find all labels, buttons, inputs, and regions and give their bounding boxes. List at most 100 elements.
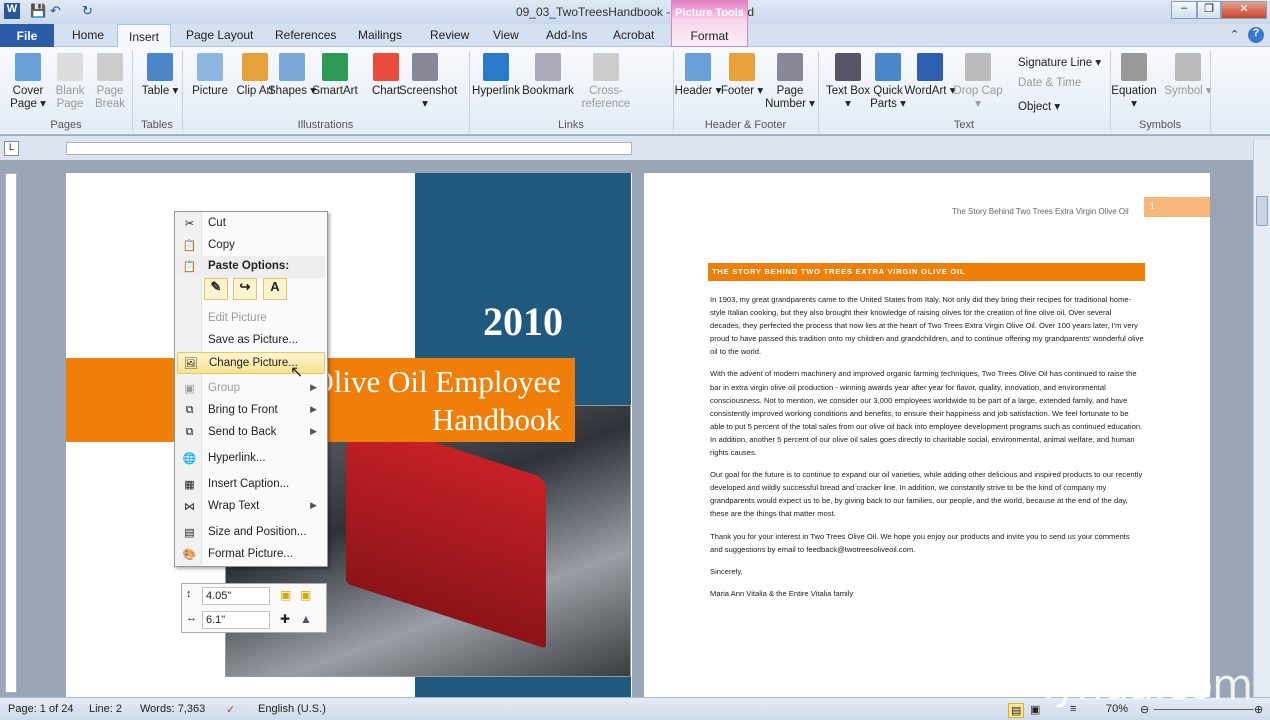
menu-item-save-as-picture[interactable]: Save as Picture...: [177, 330, 325, 352]
picture-styles-icon[interactable]: ▲: [300, 612, 312, 626]
window-title: 09_03_TwoTreesHandbook - Microsoft Word: [515, 5, 755, 19]
bring-forward-icon[interactable]: ▣: [280, 588, 291, 602]
menu-item-send-to-back[interactable]: ⧉ Send to Back ▶: [177, 422, 325, 444]
tab-home[interactable]: Home: [72, 28, 104, 42]
globe-link-icon: 🌐: [182, 453, 197, 465]
ribbon-button-label: Page Number ▾: [765, 85, 815, 110]
ribbon-small-button[interactable]: Signature Line ▾: [1018, 55, 1101, 69]
ribbon-button-footer[interactable]: Footer ▾: [716, 53, 768, 98]
undo-icon[interactable]: ↶: [50, 3, 61, 19]
language[interactable]: English (U.S.): [258, 703, 326, 715]
page-count[interactable]: Page: 1 of 24: [8, 703, 73, 715]
tab-selector[interactable]: L: [4, 141, 19, 156]
ribbon-group-label: Text: [953, 119, 975, 131]
menu-item-edit-picture[interactable]: Edit Picture: [177, 308, 325, 330]
change-picture-icon: 🖼: [183, 358, 198, 370]
vertical-scrollbar[interactable]: [1253, 140, 1270, 697]
body-text: In 1903, my great grandparents came to t…: [710, 293, 1144, 609]
ribbon-icon: [279, 53, 305, 81]
line-number[interactable]: Line: 2: [89, 703, 122, 715]
zoom-slider[interactable]: [1154, 709, 1254, 710]
tab-format[interactable]: Format: [672, 29, 747, 43]
menu-item-cut[interactable]: ✂ Cut: [177, 213, 325, 235]
document-page-1[interactable]: The Story Behind Two Trees Extra Virgin …: [644, 173, 1210, 697]
help-icon[interactable]: ?: [1248, 27, 1264, 43]
word-count[interactable]: Words: 7,363: [140, 703, 205, 715]
restore-button[interactable]: ❐: [1197, 1, 1221, 19]
ribbon-button-hyperlink[interactable]: Hyperlink: [470, 53, 522, 98]
minimize-button[interactable]: –: [1171, 1, 1197, 19]
full-screen-view-icon[interactable]: ▣: [1030, 703, 1040, 716]
scroll-thumb[interactable]: [1256, 196, 1268, 226]
width-icon: ↔: [186, 612, 197, 624]
tab-file[interactable]: File: [0, 24, 54, 47]
ribbon-button-bookmark[interactable]: Bookmark: [522, 53, 574, 98]
ribbon-icon: [535, 53, 561, 81]
menu-item-format-picture[interactable]: 🎨 Format Picture...: [177, 544, 325, 566]
ribbon-button-equation[interactable]: Equation ▾: [1108, 53, 1160, 111]
menu-item-insert-caption[interactable]: ▦ Insert Caption...: [177, 474, 325, 496]
menu-item-bring-to-front[interactable]: ⧉ Bring to Front ▶: [177, 400, 325, 422]
ribbon-icon: [835, 53, 861, 81]
shape-height-field[interactable]: 4.05": [202, 587, 270, 605]
menu-item-wrap-text[interactable]: ⋈ Wrap Text ▶: [177, 496, 325, 518]
paste-text-only-button[interactable]: A: [263, 278, 287, 300]
menu-label: Group: [208, 382, 240, 394]
ribbon-button-table[interactable]: Table ▾: [134, 53, 186, 98]
print-layout-view-icon[interactable]: ▤: [1008, 703, 1025, 718]
ribbon-small-button[interactable]: Object ▾: [1018, 99, 1060, 113]
tab-acrobat[interactable]: Acrobat: [613, 28, 654, 42]
tab-review[interactable]: Review: [430, 28, 469, 42]
menu-label: Insert Caption...: [208, 478, 290, 490]
tab-insert[interactable]: Insert: [117, 24, 171, 48]
tab-references[interactable]: References: [275, 28, 336, 42]
send-to-back-icon: ⧉: [185, 426, 194, 438]
paste-keep-formatting-button[interactable]: ✎: [204, 278, 228, 300]
minimize-ribbon-icon[interactable]: ⌃: [1230, 28, 1239, 41]
tab-page-layout[interactable]: Page Layout: [186, 28, 253, 42]
scissors-icon: ✂: [184, 218, 195, 230]
ribbon-button-symbol[interactable]: Symbol ▾: [1162, 53, 1214, 98]
ribbon-button-screenshot[interactable]: Screenshot ▾: [399, 53, 457, 111]
ribbon-button-drop-cap[interactable]: Drop Cap ▾: [952, 53, 1004, 111]
ribbon-button-cross-reference[interactable]: Cross-reference: [580, 53, 632, 111]
ribbon-button-smartart[interactable]: SmartArt: [309, 53, 361, 98]
horizontal-ruler[interactable]: [66, 142, 632, 155]
send-backward-icon[interactable]: ▣: [300, 588, 311, 602]
close-button[interactable]: ✕: [1221, 1, 1267, 19]
picture-tools-tab[interactable]: Picture Tools Format: [671, 0, 748, 47]
tab-view[interactable]: View: [493, 28, 519, 42]
ribbon-button-page-break[interactable]: Page Break: [84, 53, 136, 111]
ribbon-icon: [483, 53, 509, 81]
tab-mailings[interactable]: Mailings: [358, 28, 402, 42]
redo-icon[interactable]: ↻: [82, 3, 93, 19]
menu-item-copy[interactable]: 📋 Copy: [177, 235, 325, 257]
menu-label: Format Picture...: [208, 548, 293, 560]
paste-merge-button[interactable]: ↪: [233, 278, 257, 300]
ribbon-icon: [147, 53, 173, 81]
submenu-arrow-icon: ▶: [310, 404, 317, 414]
menu-item-size-and-position[interactable]: ▤ Size and Position...: [177, 522, 325, 544]
paste-icon: 📋: [182, 261, 197, 273]
ribbon-small-button[interactable]: Date & Time: [1018, 77, 1081, 89]
tab-add-ins[interactable]: Add-Ins: [546, 28, 587, 42]
mini-toolbar: ↕ 4.05" ↔ 6.1" ▣ ▣ ✚ ▲: [181, 583, 327, 633]
ribbon-group-label: Illustrations: [297, 119, 354, 131]
submenu-arrow-icon: ▶: [310, 382, 317, 392]
menu-item-hyperlink[interactable]: 🌐 Hyperlink...: [177, 448, 325, 470]
ribbon-button-wordart[interactable]: WordArt ▾: [904, 53, 956, 98]
save-icon[interactable]: 💾: [30, 3, 46, 19]
ribbon-button-page-number[interactable]: Page Number ▾: [764, 53, 816, 111]
zoom-in-icon[interactable]: ⊕: [1254, 703, 1263, 716]
shape-width-field[interactable]: 6.1": [202, 611, 270, 629]
ribbon-group-label: Links: [558, 119, 584, 131]
ribbon-icon: [917, 53, 943, 81]
crop-icon[interactable]: ✚: [280, 612, 290, 626]
vertical-ruler[interactable]: [5, 173, 17, 693]
menu-label: Wrap Text: [208, 500, 260, 512]
proofing-icon[interactable]: ✓: [226, 703, 235, 716]
ribbon-icon: [242, 53, 268, 81]
ribbon-icon: [1121, 53, 1147, 81]
ribbon-tabs: Home Page Layout References Mailings Rev…: [0, 24, 1270, 47]
ribbon-group-label: Pages: [50, 119, 82, 131]
